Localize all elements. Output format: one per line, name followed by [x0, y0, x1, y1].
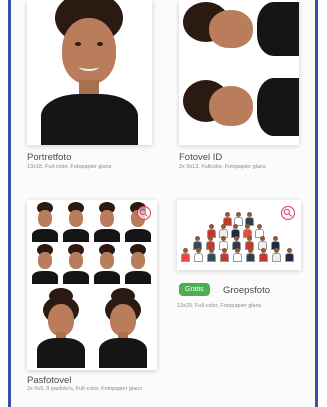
group-person — [259, 248, 268, 262]
id-photo-child-image-2 — [179, 72, 299, 142]
group-person — [246, 248, 255, 262]
group-person — [285, 248, 294, 262]
group-person — [194, 248, 203, 262]
product-photo-pasfotovel[interactable] — [27, 200, 157, 370]
zoom-in-icon[interactable] — [281, 206, 295, 220]
id-photo-child-image-1 — [179, 0, 299, 70]
pasfoto-thumbnail — [61, 244, 91, 284]
product-title: Fotovel ID — [179, 152, 223, 163]
product-description: 2x 6x9, 8 pasfoto's, Full-color, Fotopap… — [27, 386, 143, 392]
product-description: 13x18, Full-color, Fotopapier glans — [27, 164, 112, 170]
pasfoto-thumbnail — [92, 202, 122, 242]
product-card-groepsfoto[interactable]: Gratis Groepsfoto 13x20, Full-color, Fot… — [177, 200, 309, 330]
product-photo-fotovel-id[interactable] — [179, 0, 299, 145]
pasfoto-thumbnail — [30, 244, 60, 284]
product-card-fotovel-id[interactable]: Fotovel ID 2x 9x13, Fullcolor, Fotopapie… — [179, 0, 309, 190]
product-title: Portretfoto — [27, 152, 72, 163]
product-photo-portretfoto[interactable] — [27, 0, 152, 145]
group-person — [233, 248, 242, 262]
pasfoto-thumbnail — [30, 202, 60, 242]
portrait-child-image — [27, 0, 152, 145]
group-person — [272, 248, 281, 262]
product-description: 13x20, Full-color, Fotopapier glans — [177, 303, 262, 309]
product-title: Pasfotovel — [27, 375, 72, 386]
group-person — [220, 248, 229, 262]
zoom-in-icon[interactable] — [137, 206, 151, 220]
group-person — [207, 248, 216, 262]
pasfoto-thumbnail — [61, 202, 91, 242]
pasfoto-thumbnail — [92, 244, 122, 284]
pasfoto-large-child-image-1 — [31, 288, 91, 368]
group-person — [181, 248, 190, 262]
product-title: Groepsfoto — [223, 285, 270, 296]
pasfoto-thumbnail — [123, 244, 153, 284]
pasfoto-grid-image — [30, 202, 154, 284]
product-card-pasfotovel[interactable]: Pasfotovel 2x 6x9, 8 pasfoto's, Full-col… — [27, 200, 162, 407]
product-card-portretfoto[interactable]: Portretfoto 13x18, Full-color, Fotopapie… — [27, 0, 162, 190]
product-grid: Portretfoto 13x18, Full-color, Fotopapie… — [8, 0, 318, 407]
product-description: 2x 9x13, Fullcolor, Fotopapier glans — [179, 164, 266, 170]
free-badge: Gratis — [179, 283, 210, 296]
pasfoto-large-child-image-2 — [93, 288, 153, 368]
